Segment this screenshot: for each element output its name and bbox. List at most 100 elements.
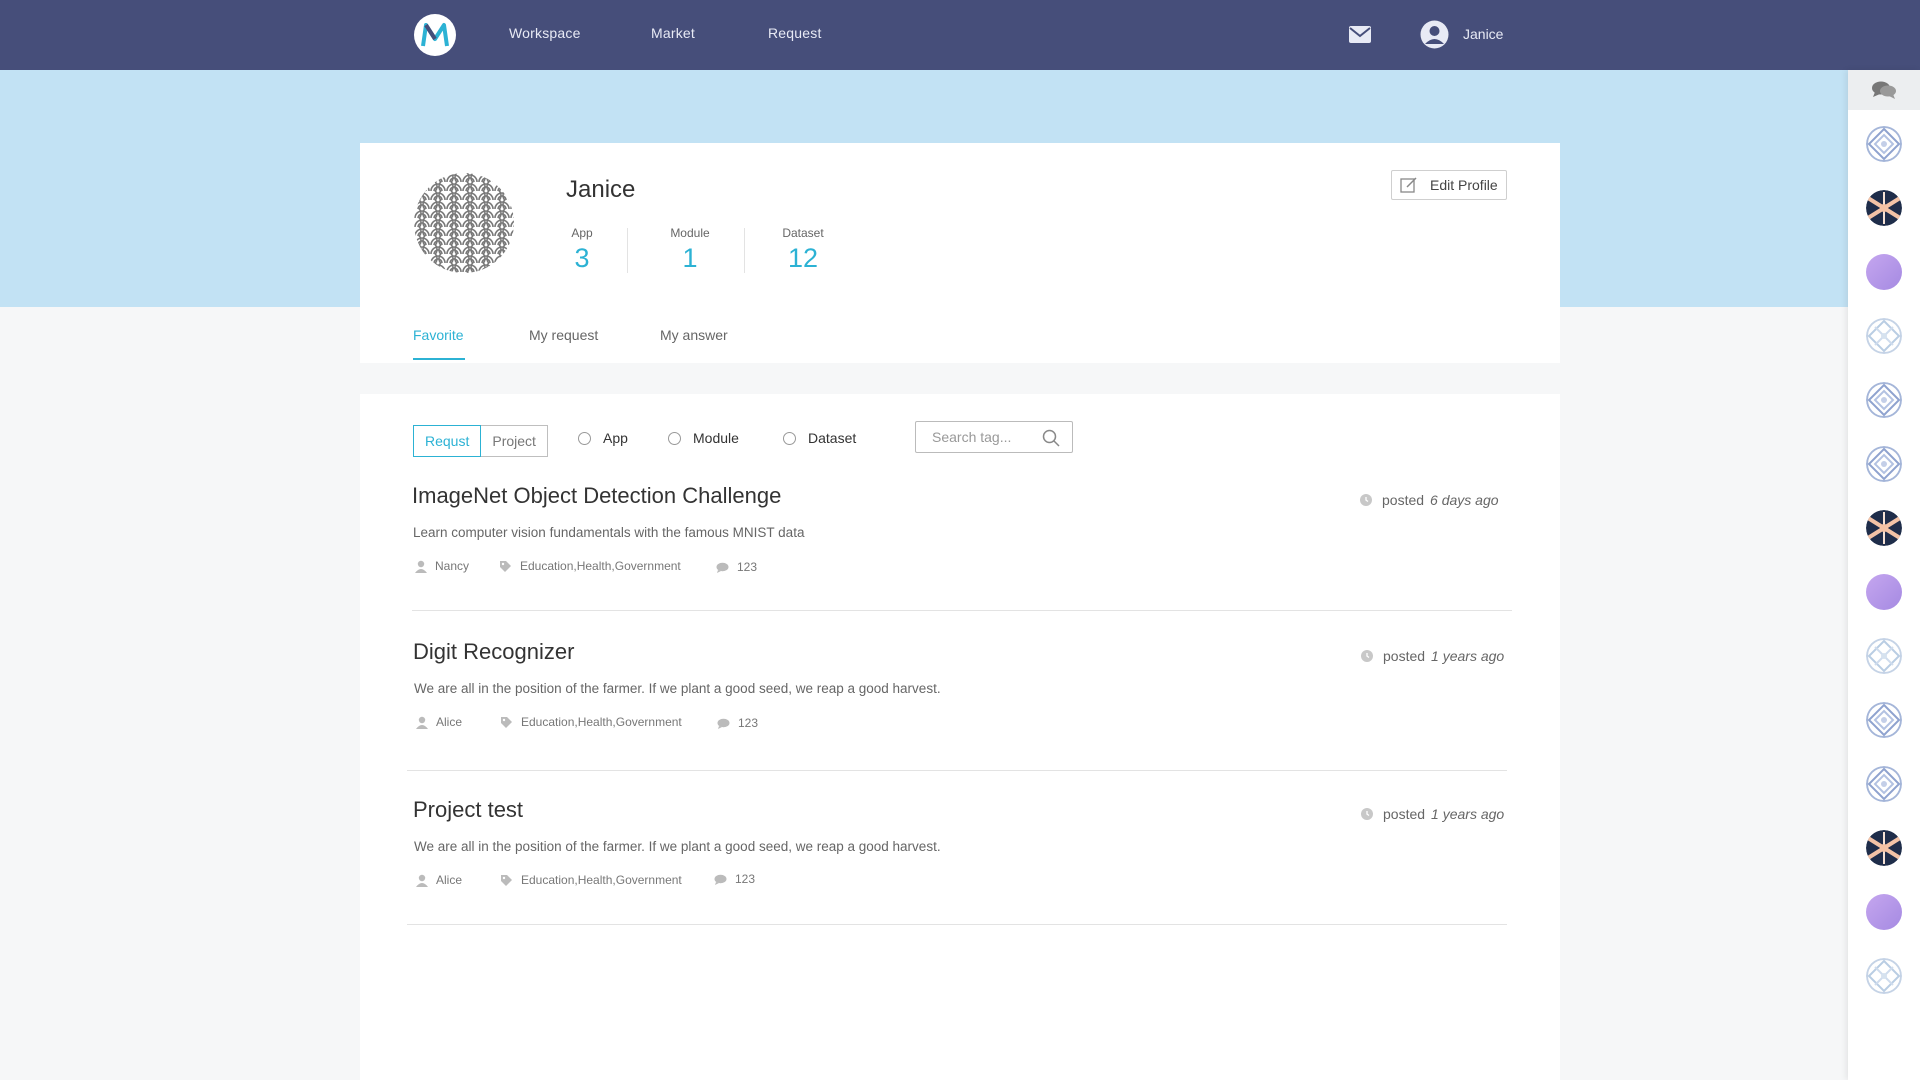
app-logo[interactable] bbox=[414, 14, 456, 56]
nav-market-link[interactable]: Market bbox=[651, 25, 695, 41]
stat-app-label: App bbox=[571, 226, 593, 240]
stat-dataset-value: 12 bbox=[787, 243, 819, 273]
tags-text: Education,Health,Government bbox=[521, 873, 682, 887]
posted-label: posted bbox=[1383, 648, 1426, 664]
toggle-request-button[interactable]: Requst bbox=[413, 425, 482, 457]
clock-icon bbox=[1361, 808, 1373, 820]
right-sidebar bbox=[1848, 70, 1920, 1080]
radio-app[interactable]: App bbox=[578, 430, 628, 446]
request-comments: 123 bbox=[717, 716, 758, 730]
item-divider bbox=[407, 770, 1507, 771]
request-title[interactable]: Digit Recognizer bbox=[413, 639, 574, 665]
radio-circle-icon bbox=[668, 431, 681, 445]
radio-module[interactable]: Module bbox=[668, 430, 739, 446]
request-tags: Education,Health,Government bbox=[499, 559, 681, 573]
stat-divider bbox=[627, 228, 628, 273]
request-posted: posted 1 years ago bbox=[1361, 648, 1504, 664]
comment-count: 123 bbox=[735, 872, 756, 886]
radio-circle-icon bbox=[578, 431, 591, 445]
search-icon[interactable] bbox=[1042, 429, 1060, 452]
request-posted: posted 6 days ago bbox=[1360, 492, 1499, 508]
tag-icon bbox=[501, 874, 512, 886]
sidebar-user-avatar[interactable] bbox=[1866, 766, 1902, 802]
sidebar-user-avatar[interactable] bbox=[1866, 958, 1902, 994]
profile-avatar bbox=[414, 173, 514, 273]
request-tags: Education,Health,Government bbox=[500, 715, 682, 729]
request-description: We are all in the position of the farmer… bbox=[414, 681, 941, 696]
tab-my-answer[interactable]: My answer bbox=[660, 327, 728, 343]
radio-app-label: App bbox=[603, 430, 628, 446]
sidebar-user-avatar[interactable] bbox=[1866, 126, 1902, 162]
person-icon bbox=[416, 874, 428, 887]
active-tab-indicator bbox=[413, 358, 465, 360]
request-description: Learn computer vision fundamentals with … bbox=[413, 525, 805, 540]
edit-profile-label: Edit Profile bbox=[1430, 177, 1498, 193]
stat-dataset: Dataset 12 bbox=[778, 226, 828, 274]
sidebar-user-avatar[interactable] bbox=[1866, 574, 1902, 610]
comment-count: 123 bbox=[738, 716, 759, 730]
tab-favorite[interactable]: Favorite bbox=[413, 327, 464, 343]
sidebar-user-avatar[interactable] bbox=[1866, 830, 1902, 866]
comment-icon bbox=[716, 562, 729, 573]
tag-icon bbox=[501, 716, 512, 728]
person-icon bbox=[416, 716, 428, 729]
comment-count: 123 bbox=[737, 560, 758, 574]
clock-icon bbox=[1360, 494, 1372, 506]
edit-profile-button[interactable]: Edit Profile bbox=[1391, 170, 1507, 200]
posted-label: posted bbox=[1383, 806, 1426, 822]
request-tags: Education,Health,Government bbox=[500, 873, 682, 887]
author-name: Alice bbox=[436, 715, 463, 729]
profile-card: Janice App 3 Module 1 Dataset 12 Edit Pr… bbox=[360, 143, 1560, 363]
posted-ago: 6 days ago bbox=[1430, 492, 1499, 508]
tag-search-box bbox=[915, 421, 1073, 453]
request-posted: posted 1 years ago bbox=[1361, 806, 1504, 822]
logo-m-icon bbox=[421, 23, 449, 47]
stat-dataset-label: Dataset bbox=[782, 226, 824, 240]
profile-name: Janice bbox=[566, 176, 636, 203]
radio-dataset[interactable]: Dataset bbox=[783, 430, 856, 446]
tags-text: Education,Health,Government bbox=[521, 715, 682, 729]
posted-ago: 1 years ago bbox=[1431, 806, 1505, 822]
stat-module: Module 1 bbox=[665, 226, 715, 274]
sidebar-user-avatar[interactable] bbox=[1866, 318, 1902, 354]
sidebar-user-avatar[interactable] bbox=[1866, 702, 1902, 738]
top-navbar: Workspace Market Request Janice bbox=[0, 0, 1920, 70]
request-title[interactable]: ImageNet Object Detection Challenge bbox=[412, 483, 781, 509]
radio-circle-icon bbox=[783, 431, 796, 445]
user-avatar-icon[interactable] bbox=[1420, 20, 1449, 54]
request-author: Alice bbox=[416, 873, 462, 887]
request-author: Nancy bbox=[415, 559, 469, 573]
type-toggle-group: Requst Project bbox=[413, 425, 548, 457]
sidebar-user-avatar[interactable] bbox=[1866, 510, 1902, 546]
nav-workspace-link[interactable]: Workspace bbox=[509, 25, 581, 41]
author-name: Nancy bbox=[435, 559, 470, 573]
tag-search-input[interactable] bbox=[932, 422, 1052, 452]
person-icon bbox=[415, 560, 427, 573]
posted-label: posted bbox=[1382, 492, 1425, 508]
tags-text: Education,Health,Government bbox=[520, 559, 681, 573]
sidebar-user-avatar[interactable] bbox=[1866, 894, 1902, 930]
comment-icon bbox=[714, 874, 727, 885]
request-title[interactable]: Project test bbox=[413, 797, 523, 823]
request-comments: 123 bbox=[714, 872, 755, 886]
sidebar-header[interactable] bbox=[1848, 70, 1920, 110]
sidebar-user-avatar[interactable] bbox=[1866, 190, 1902, 226]
sidebar-user-avatar[interactable] bbox=[1866, 382, 1902, 418]
sidebar-user-avatar[interactable] bbox=[1866, 446, 1902, 482]
clock-icon bbox=[1361, 650, 1373, 662]
stat-divider bbox=[744, 228, 745, 273]
posted-ago: 1 years ago bbox=[1431, 648, 1505, 664]
nav-user-name[interactable]: Janice bbox=[1463, 26, 1503, 42]
item-divider bbox=[412, 610, 1512, 611]
radio-module-label: Module bbox=[693, 430, 739, 446]
stat-app: App 3 bbox=[566, 226, 598, 274]
toggle-project-button[interactable]: Project bbox=[481, 425, 548, 457]
stat-module-value: 1 bbox=[682, 243, 698, 273]
author-name: Alice bbox=[436, 873, 463, 887]
tab-my-request[interactable]: My request bbox=[529, 327, 598, 343]
comment-icon bbox=[717, 718, 730, 729]
sidebar-user-avatar[interactable] bbox=[1866, 638, 1902, 674]
nav-request-link[interactable]: Request bbox=[768, 25, 822, 41]
mail-icon[interactable] bbox=[1349, 26, 1371, 48]
sidebar-user-avatar[interactable] bbox=[1866, 254, 1902, 290]
